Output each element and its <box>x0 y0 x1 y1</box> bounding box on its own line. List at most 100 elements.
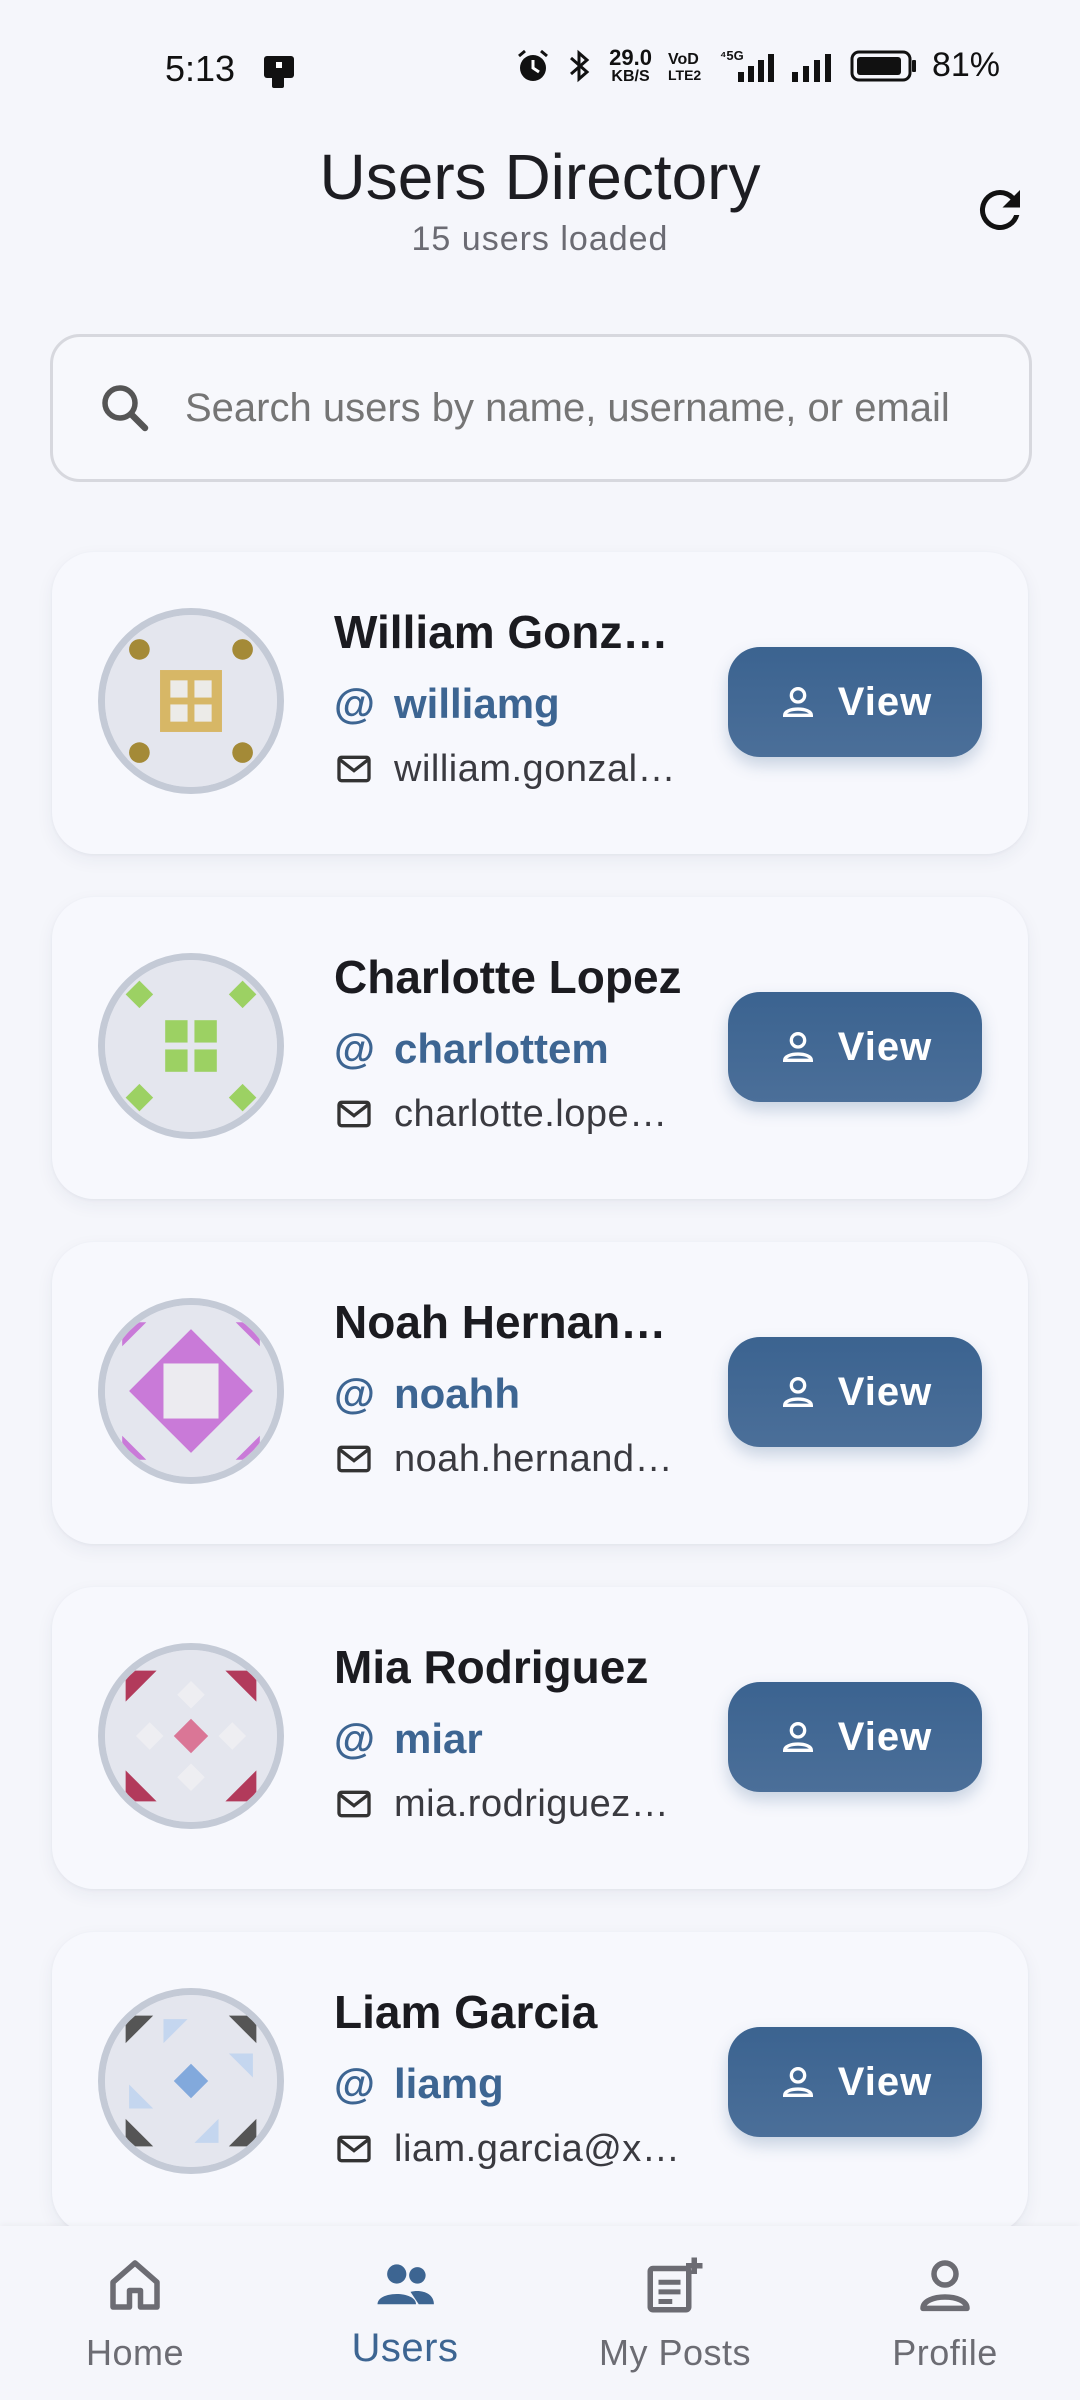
person-icon <box>782 2067 813 2097</box>
person-icon <box>782 1722 813 1752</box>
user-handle-row: @ charlottem <box>334 1023 684 1075</box>
network-speed-value: 29.0 <box>609 44 652 70</box>
identicon-avatar <box>105 1995 277 2167</box>
user-email-row: charlotte.lopez@example.com <box>334 1089 684 1139</box>
view-button-label: View <box>837 1024 933 1069</box>
identicon-avatar <box>105 1305 277 1477</box>
bottom-nav: Home Users My Posts Profile <box>0 2226 1080 2400</box>
view-button-label: View <box>837 2059 933 2104</box>
user-info: Mia Rodriguez @ miar mia.rodriguez@examp… <box>334 1637 684 1829</box>
user-email-row: liam.garcia@x.com <box>334 2124 684 2174</box>
user-email-row: mia.rodriguez@example.com <box>334 1779 684 1829</box>
identicon-avatar <box>105 615 277 787</box>
user-handle-row: @ miar <box>334 1713 684 1765</box>
user-handle-row: @ noahh <box>334 1368 684 1420</box>
user-email-row: william.gonzalez@example.com <box>334 744 684 794</box>
user-card: Liam Garcia @ liamg liam.garcia@x.com Vi… <box>52 1932 1028 2234</box>
page-title: Users Directory <box>319 141 761 213</box>
user-email: noah.hernandez@example.com <box>394 1437 684 1480</box>
person-icon <box>782 1032 813 1062</box>
user-name: Charlotte Lopez <box>334 951 682 1003</box>
alarm-icon <box>518 49 549 81</box>
identicon-avatar <box>105 1650 277 1822</box>
nav-my-posts-label: My Posts <box>598 2332 752 2373</box>
avatar <box>98 1298 284 1484</box>
signal-5g-icon: ⁴5G <box>720 48 774 82</box>
mail-icon <box>337 1100 371 1128</box>
user-card: Noah Hernandez @ noahh noah.hernandez@ex… <box>52 1242 1028 1544</box>
view-user-button[interactable]: View <box>728 647 982 757</box>
mail-icon <box>337 2135 371 2163</box>
nav-users[interactable]: Users <box>270 2226 540 2371</box>
refresh-icon <box>979 189 1020 230</box>
avatar <box>98 1643 284 1829</box>
nav-home[interactable]: Home <box>0 2226 270 2374</box>
user-handle-row: @ liamg <box>334 2058 684 2110</box>
user-count: 15 users loaded <box>411 220 669 258</box>
users-icon <box>377 2264 434 2305</box>
user-card: Charlotte Lopez @ charlottem charlotte.l… <box>52 897 1028 1199</box>
status-indicators: 29.0 KB/S VoD LTE2 ⁴5G 81% <box>515 46 1000 85</box>
mail-icon <box>337 755 371 783</box>
search-box[interactable] <box>50 334 1032 482</box>
nav-users-label: Users <box>351 2326 459 2370</box>
signal-icon <box>791 53 831 82</box>
user-info: Noah Hernandez @ noahh noah.hernandez@ex… <box>334 1292 684 1484</box>
user-handle: williamg <box>394 680 560 727</box>
view-user-button[interactable]: View <box>728 992 982 1102</box>
search-icon <box>102 385 149 432</box>
user-email: mia.rodriguez@example.com <box>394 1782 684 1825</box>
nav-profile[interactable]: Profile <box>810 2226 1080 2374</box>
mail-icon <box>337 1445 371 1473</box>
user-handle: noahh <box>394 1370 520 1417</box>
volte-icon: VoD LTE2 <box>668 51 701 83</box>
person-icon <box>782 687 813 717</box>
refresh-button[interactable] <box>960 170 1040 250</box>
user-info: Charlotte Lopez @ charlottem charlotte.l… <box>334 947 684 1139</box>
user-email: william.gonzalez@example.com <box>394 747 684 790</box>
search-input[interactable] <box>185 385 989 431</box>
view-button-label: View <box>837 1714 933 1759</box>
view-user-button[interactable]: View <box>728 1337 982 1447</box>
user-handle: miar <box>394 1715 483 1762</box>
status-time: 5:13 <box>165 48 236 89</box>
bluetooth-icon <box>570 49 590 82</box>
battery-icon <box>850 50 916 81</box>
person-icon <box>782 1377 813 1407</box>
header: Users Directory 15 users loaded <box>0 140 1080 290</box>
view-button-label: View <box>837 1369 933 1414</box>
post-add-icon <box>647 2257 703 2313</box>
view-user-button[interactable]: View <box>728 2027 982 2137</box>
svg-text:⁴5G: ⁴5G <box>720 48 744 63</box>
notification-app-icon <box>264 56 294 88</box>
user-info: William Gonzalez @ williamg william.gonz… <box>334 602 684 794</box>
user-name: William Gonzalez <box>334 606 684 658</box>
user-card: Mia Rodriguez @ miar mia.rodriguez@examp… <box>52 1587 1028 1889</box>
network-speed: 29.0 KB/S <box>609 44 652 85</box>
at-icon: @ <box>334 1370 375 1417</box>
nav-home-label: Home <box>85 2332 185 2373</box>
svg-text:VoD: VoD <box>668 51 699 68</box>
user-card: William Gonzalez @ williamg william.gonz… <box>52 552 1028 854</box>
user-info: Liam Garcia @ liamg liam.garcia@x.com <box>334 1982 684 2174</box>
nav-my-posts[interactable]: My Posts <box>540 2226 810 2374</box>
avatar <box>98 953 284 1139</box>
status-bar: 5:13 29.0 KB/S VoD LTE2 ⁴5G 81% <box>0 0 1080 140</box>
home-icon <box>110 2260 160 2310</box>
user-email-row: noah.hernandez@example.com <box>334 1434 684 1484</box>
user-name: Noah Hernandez <box>334 1296 684 1348</box>
nav-profile-label: Profile <box>892 2332 998 2373</box>
at-icon: @ <box>334 1025 375 1072</box>
user-name: Mia Rodriguez <box>334 1641 649 1693</box>
at-icon: @ <box>334 2060 375 2107</box>
profile-icon <box>920 2260 970 2312</box>
view-button-label: View <box>837 679 933 724</box>
user-handle: liamg <box>394 2060 504 2107</box>
mail-icon <box>337 1790 371 1818</box>
view-user-button[interactable]: View <box>728 1682 982 1792</box>
at-icon: @ <box>334 680 375 727</box>
battery-percent: 81% <box>931 46 1000 84</box>
user-email: liam.garcia@x.com <box>394 2127 684 2170</box>
avatar <box>98 1988 284 2174</box>
at-icon: @ <box>334 1715 375 1762</box>
